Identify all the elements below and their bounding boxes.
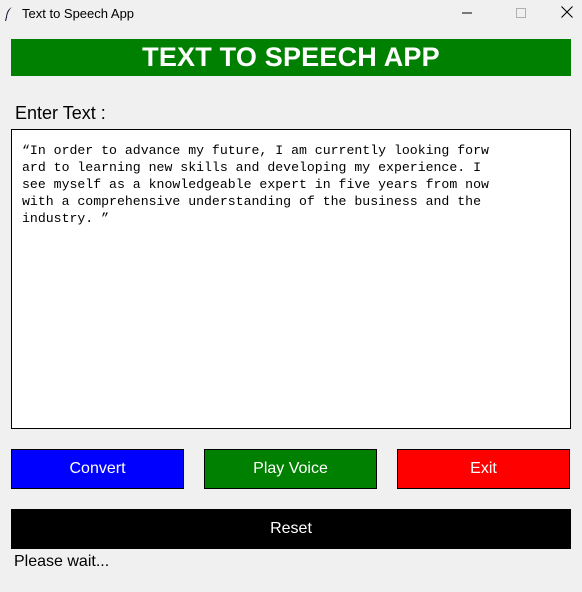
text-input-area[interactable]: “In order to advance my future, I am cur… (11, 129, 571, 429)
close-button[interactable] (544, 0, 582, 28)
window-titlebar: Text to Speech App (0, 0, 582, 28)
play-voice-button[interactable]: Play Voice (204, 449, 377, 489)
enter-text-label: Enter Text : (15, 103, 106, 123)
minimize-icon (462, 5, 472, 23)
maximize-button[interactable] (498, 0, 544, 28)
exit-button[interactable]: Exit (397, 449, 570, 489)
page-title: TEXT TO SPEECH APP (142, 42, 440, 72)
status-text: Please wait... (14, 553, 110, 570)
window-title: Text to Speech App (22, 6, 135, 21)
convert-button[interactable]: Convert (11, 449, 184, 489)
maximize-icon (516, 5, 526, 23)
minimize-button[interactable] (444, 0, 490, 28)
close-icon (561, 5, 573, 23)
text-input-content: “In order to advance my future, I am cur… (22, 143, 489, 226)
header-banner: TEXT TO SPEECH APP (11, 39, 571, 76)
feather-icon (4, 6, 14, 22)
reset-button[interactable]: Reset (11, 509, 571, 549)
